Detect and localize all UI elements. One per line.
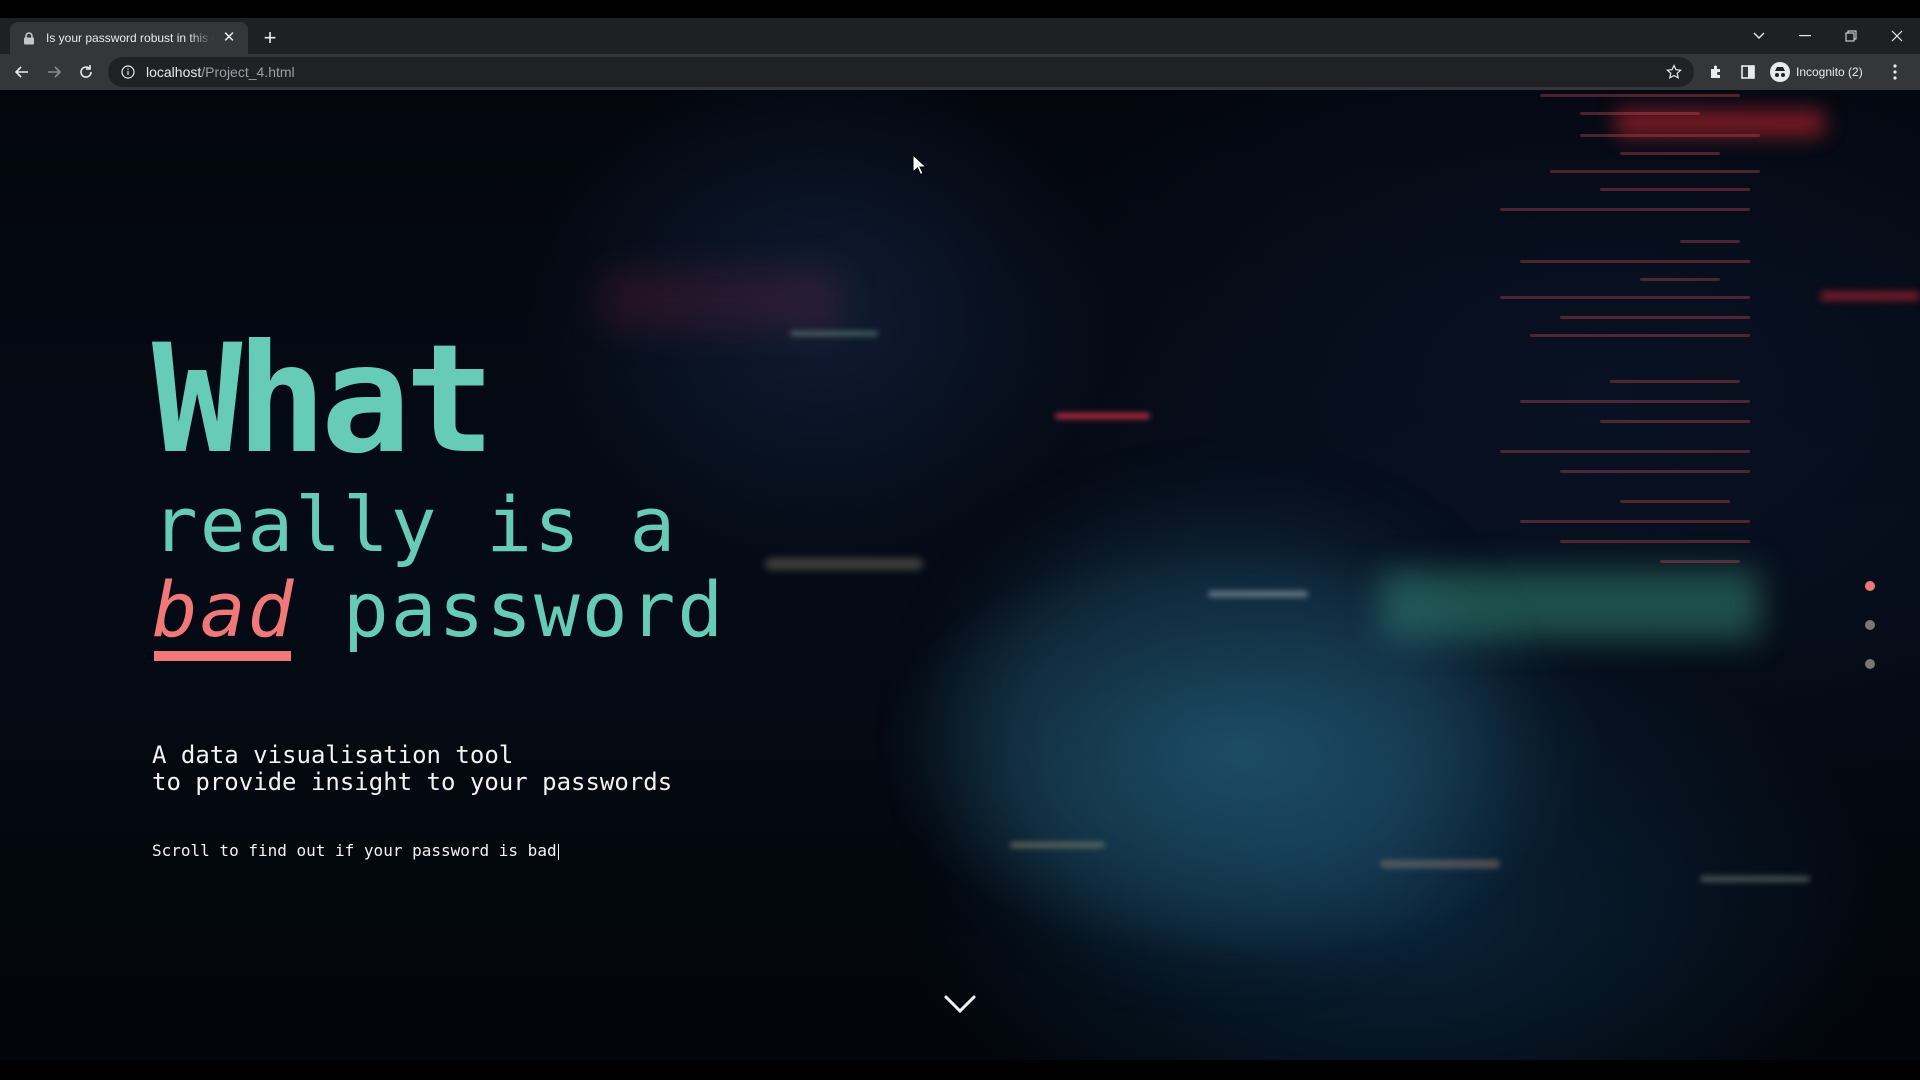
subtitle-line-2: to provide insight to your passwords [152,768,673,796]
window-top-strip [0,0,1920,18]
minimize-icon[interactable] [1782,18,1828,54]
background-glow [1820,292,1920,300]
page-viewport: What really is a bad password A data vis… [0,90,1920,1060]
profile-label: Incognito (2) [1796,65,1863,79]
window-bottom-strip [0,1060,1920,1080]
browser-toolbar: localhost/Project_4.html Incognito (2) [0,54,1920,90]
incognito-profile-button[interactable]: Incognito (2) [1766,59,1871,85]
hero-heading-what: What [152,313,495,487]
subtitle-line-1: A data visualisation tool [152,741,514,769]
back-arrow-icon[interactable] [8,58,36,86]
incognito-icon [1770,62,1790,82]
typing-caret [557,843,559,860]
address-bar[interactable]: localhost/Project_4.html [108,57,1694,87]
browser-tab[interactable]: Is your password robust in this d ✕ [10,22,248,54]
url-text: localhost/Project_4.html [146,64,295,80]
reload-icon[interactable] [72,58,100,86]
mouse-cursor-icon [912,153,928,176]
side-panel-icon[interactable] [1732,58,1764,86]
restore-icon[interactable] [1828,18,1874,54]
pager-dot-2[interactable] [1865,620,1875,630]
hero-bad-text: bad [152,565,296,654]
chevron-down-icon[interactable] [943,993,977,1015]
scroll-hint: Scroll to find out if your password is b… [152,841,559,861]
hero-subtitle: A data visualisation tool to provide ins… [152,742,672,796]
background-glow [765,558,923,570]
tab-search-icon[interactable] [1736,18,1782,54]
hero-bad-word: bad [152,565,296,661]
hero-heading-line2: really is a [152,480,678,569]
background-glow [1700,876,1810,882]
extensions-puzzle-icon[interactable] [1700,58,1732,86]
window-controls [1736,18,1920,54]
forward-arrow-icon[interactable] [40,58,68,86]
hero-password-text: password [295,565,726,654]
close-window-icon[interactable] [1874,18,1920,54]
url-host: localhost [146,64,202,80]
toolbar-right: Incognito (2) [1700,54,1909,90]
background-code-text [1460,90,1760,690]
scroll-hint-text: Scroll to find out if your password is b… [152,841,557,860]
site-info-icon[interactable] [120,64,136,80]
kebab-menu-icon[interactable] [1881,58,1909,86]
bad-underline [154,651,292,661]
tab-title: Is your password robust in this d [46,31,214,45]
pager-dot-3[interactable] [1865,659,1875,669]
background-glow [1055,413,1150,419]
url-path: /Project_4.html [201,64,295,80]
hero-heading-line3: bad password [152,565,726,661]
tab-strip: Is your password robust in this d ✕ + [0,18,1920,54]
background-glow [790,331,878,336]
new-tab-button[interactable]: + [258,27,282,51]
pager-dot-1[interactable] [1865,581,1875,591]
bookmark-star-icon[interactable] [1664,62,1684,82]
hand-silhouette [960,520,1480,940]
lock-icon [22,31,36,45]
tab-close-icon[interactable]: ✕ [220,29,238,47]
background-glow [600,270,840,330]
section-pager [1865,581,1877,671]
